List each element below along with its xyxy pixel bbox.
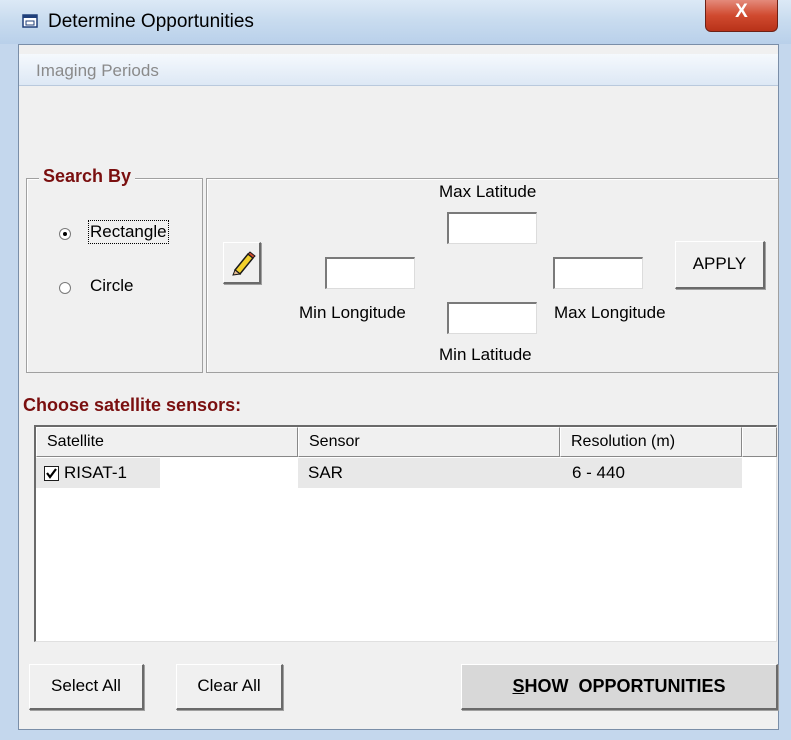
circle-radio[interactable] [59, 282, 71, 294]
min-latitude-input[interactable] [447, 302, 537, 334]
min-longitude-input[interactable] [325, 257, 415, 289]
window-icon [22, 14, 38, 28]
resolution-cell: 6 - 440 [560, 458, 742, 488]
window-frame-right [779, 44, 791, 740]
sensor-cell: SAR [298, 458, 560, 488]
min-longitude-label: Min Longitude [299, 303, 406, 322]
pencil-icon [232, 251, 256, 276]
clear-all-button[interactable]: Clear All [176, 664, 283, 710]
column-header-sensor[interactable]: Sensor [298, 427, 560, 457]
menu-bar: Imaging Periods [19, 54, 778, 86]
sensor-list[interactable]: Satellite Sensor Resolution (m) RISAT-1 … [34, 425, 777, 642]
search-by-group: Search By Rectangle Circle [26, 166, 203, 373]
select-all-button[interactable]: Select All [29, 664, 144, 710]
show-opportunities-hotkey: S [512, 676, 525, 696]
apply-button[interactable]: APPLY [675, 241, 765, 289]
close-button[interactable]: X [705, 0, 778, 32]
draw-rectangle-button[interactable] [223, 242, 261, 284]
max-latitude-input[interactable] [447, 212, 537, 244]
rectangle-radio-label[interactable]: Rectangle [88, 220, 169, 244]
dialog-client-area: Imaging Periods Search By Rectangle Circ… [18, 44, 779, 730]
search-by-title: Search By [39, 166, 136, 187]
column-header-satellite[interactable]: Satellite [36, 427, 298, 457]
title-bar[interactable]: Determine Opportunities X [0, 0, 791, 44]
window-title: Determine Opportunities [48, 11, 254, 32]
dialog-window: Determine Opportunities X Imaging Period… [0, 0, 791, 740]
window-frame-left [0, 44, 18, 740]
coordinates-group: Max Latitude APPLY Min Longitude Max Lon… [206, 178, 779, 373]
show-opportunities-label: HOW OPPORTUNITIES [524, 676, 726, 696]
max-longitude-label: Max Longitude [554, 303, 666, 322]
min-latitude-label: Min Latitude [439, 345, 532, 364]
risat-1-checkbox[interactable] [44, 466, 59, 481]
circle-radio-label[interactable]: Circle [90, 276, 133, 296]
checkmark-icon [46, 468, 57, 479]
rectangle-radio[interactable] [59, 228, 71, 240]
satellite-cell: RISAT-1 [36, 458, 160, 488]
choose-sensors-label: Choose satellite sensors: [23, 395, 242, 415]
max-latitude-label: Max Latitude [439, 182, 537, 201]
satellite-name: RISAT-1 [64, 463, 127, 482]
close-icon: X [735, 1, 748, 22]
show-opportunities-button[interactable]: SHOW OPPORTUNITIES [461, 664, 778, 710]
max-longitude-input[interactable] [553, 257, 643, 289]
menu-item-imaging-periods[interactable]: Imaging Periods [36, 61, 159, 81]
column-header-resolution[interactable]: Resolution (m) [560, 427, 742, 457]
column-header-filler [742, 427, 777, 457]
window-frame-bottom [0, 730, 791, 740]
